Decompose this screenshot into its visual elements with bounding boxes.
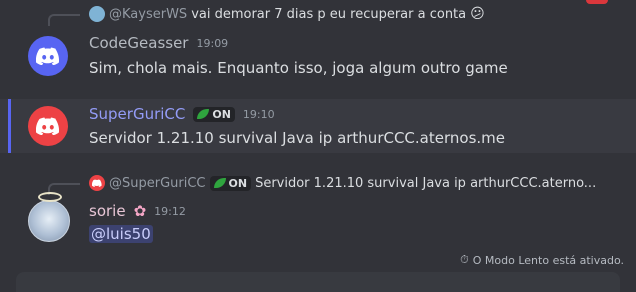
reply-avatar	[89, 175, 105, 191]
avatar[interactable]	[28, 106, 68, 146]
message-content: Sim, chola mais. Enquanto isso, joga alg…	[89, 59, 508, 77]
status-badge[interactable]: ON	[193, 106, 235, 122]
timestamp[interactable]: 19:12	[154, 205, 186, 218]
stopwatch-icon: ⏱	[460, 253, 469, 266]
reply-connector	[48, 14, 80, 26]
message-content: Servidor 1.21.10 survival Java ip arthur…	[89, 129, 505, 147]
notification-indicator	[586, 0, 608, 4]
leaf-icon	[197, 109, 210, 119]
reply-preview[interactable]: @SuperGuriCC ON Servidor 1.21.10 surviva…	[89, 175, 596, 191]
confused-emoji-icon: 😕	[470, 6, 485, 22]
reply-author[interactable]: @KayserWS	[109, 7, 187, 22]
message-header: SuperGuriCC ON 19:10	[89, 105, 275, 123]
halo-icon	[38, 192, 62, 202]
reply-text: Servidor 1.21.10 survival Java ip arthur…	[255, 175, 597, 191]
reply-preview[interactable]: @KayserWS vai demorar 7 dias p eu recupe…	[89, 6, 485, 22]
sakura-icon: ✿	[133, 202, 147, 220]
avatar[interactable]	[28, 192, 70, 242]
discord-logo-icon	[36, 47, 60, 65]
avatar[interactable]	[28, 36, 68, 76]
author-name[interactable]: CodeGeasser	[89, 34, 188, 52]
author-name[interactable]: sorie	[89, 202, 126, 220]
badge-label: ON	[212, 107, 231, 121]
discord-logo-icon	[92, 179, 102, 187]
reply-author[interactable]: @SuperGuriCC	[109, 176, 206, 191]
message-header: sorie ✿ 19:12	[89, 202, 186, 220]
badge-label: ON	[228, 176, 248, 190]
author-name[interactable]: SuperGuriCC	[89, 105, 185, 123]
discord-logo-icon	[36, 117, 60, 135]
slowmode-notice: ⏱ O Modo Lento está ativado.	[460, 253, 624, 267]
user-mention[interactable]: @luis50	[89, 225, 153, 243]
timestamp[interactable]: 19:10	[243, 108, 275, 121]
message-input[interactable]	[16, 272, 620, 292]
reply-text: vai demorar 7 dias p eu recuperar a cont…	[191, 6, 467, 22]
message-header: CodeGeasser 19:09	[89, 34, 228, 52]
reply-avatar	[89, 6, 105, 22]
message-content: @luis50	[89, 225, 153, 243]
status-badge: ON	[209, 175, 252, 191]
slowmode-text: O Modo Lento está ativado.	[472, 253, 624, 267]
leaf-icon	[213, 178, 226, 188]
timestamp[interactable]: 19:09	[196, 37, 228, 50]
highlight-bar	[8, 99, 11, 153]
